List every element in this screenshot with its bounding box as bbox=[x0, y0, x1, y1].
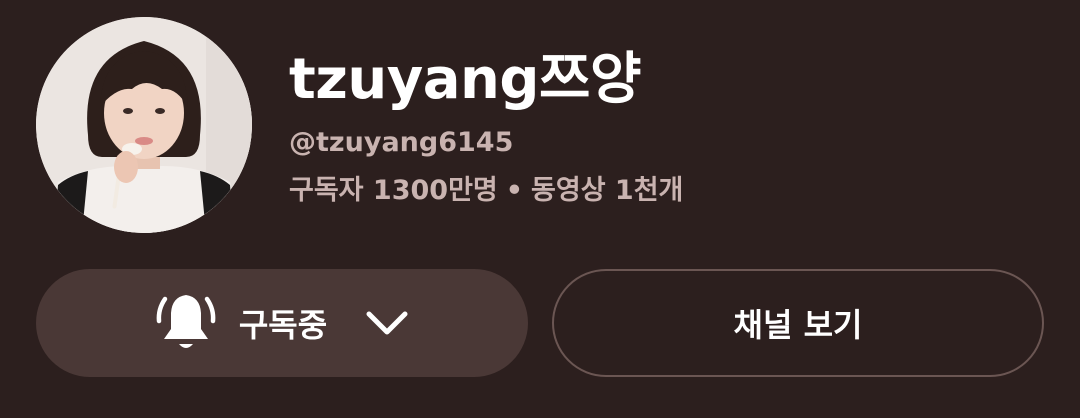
avatar-photo bbox=[36, 17, 252, 233]
channel-stats: 구독자 1300만명 • 동영상 1천개 bbox=[289, 172, 683, 210]
subscribed-button[interactable]: 구독중 bbox=[36, 269, 528, 377]
channel-info: tzuyang쯔양 @tzuyang6145 구독자 1300만명 • 동영상 1천… bbox=[289, 40, 683, 210]
stats-separator: • bbox=[505, 175, 524, 206]
channel-handle: @tzuyang6145 bbox=[289, 127, 514, 158]
chevron-down-icon bbox=[366, 311, 408, 335]
subscribed-label: 구독중 bbox=[238, 306, 328, 344]
bell-ringing-icon bbox=[156, 295, 216, 348]
view-channel-button[interactable]: 채널 보기 bbox=[552, 269, 1044, 377]
video-count: 동영상 1천개 bbox=[531, 175, 684, 206]
channel-avatar[interactable] bbox=[36, 17, 252, 233]
view-channel-label: 채널 보기 bbox=[733, 306, 863, 344]
channel-title: tzuyang쯔양 bbox=[289, 47, 642, 112]
subscriber-count: 구독자 1300만명 bbox=[289, 175, 498, 206]
